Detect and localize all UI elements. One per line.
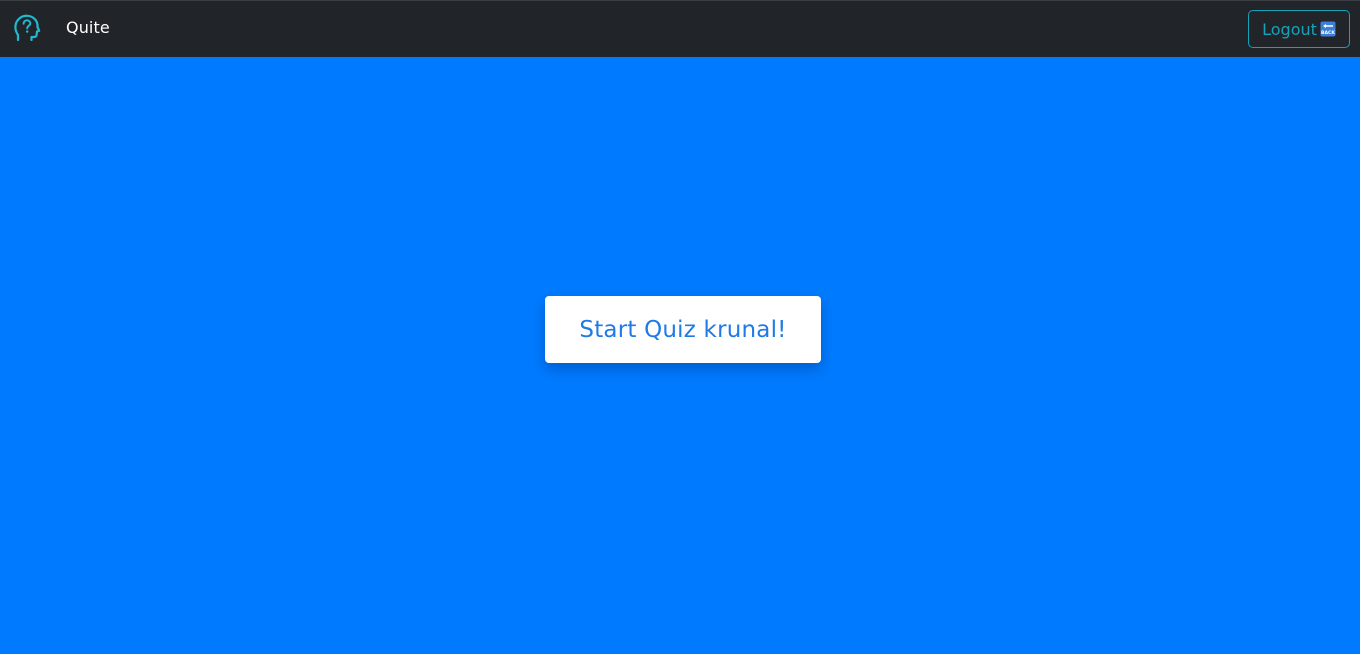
question-head-icon[interactable]: [13, 13, 41, 42]
back-icon-text: BACK: [1321, 30, 1335, 36]
brand-name[interactable]: Quite: [66, 18, 110, 38]
back-arrow-icon: BACK: [1320, 21, 1336, 37]
logout-label: Logout: [1262, 19, 1317, 39]
main-area: Start Quiz krunal!: [0, 57, 1360, 654]
start-quiz-button[interactable]: Start Quiz krunal!: [545, 296, 821, 363]
logout-button[interactable]: Logout BACK: [1248, 10, 1350, 48]
navbar: Quite Logout BACK: [0, 0, 1360, 57]
